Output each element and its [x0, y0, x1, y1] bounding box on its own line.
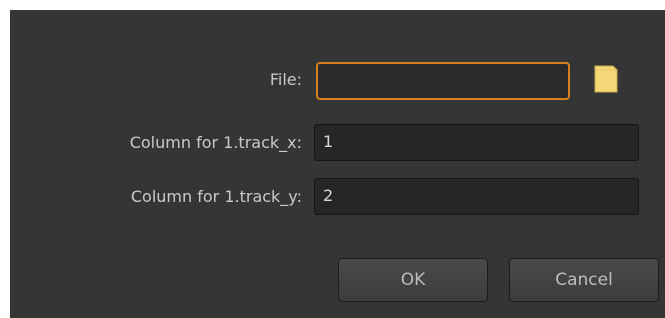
import-track-dialog: File: Column for 1.track_x: 1 Column for…: [10, 10, 665, 318]
file-path-input[interactable]: [316, 62, 570, 100]
file-label: File:: [269, 70, 302, 89]
column-y-label: Column for 1.track_y:: [130, 187, 302, 206]
column-x-input[interactable]: 1: [314, 124, 639, 161]
cancel-button[interactable]: Cancel: [509, 258, 659, 302]
column-y-input[interactable]: 2: [314, 178, 639, 215]
ok-button[interactable]: OK: [338, 258, 488, 302]
column-x-label: Column for 1.track_x:: [129, 133, 302, 152]
folder-icon[interactable]: [593, 64, 619, 94]
